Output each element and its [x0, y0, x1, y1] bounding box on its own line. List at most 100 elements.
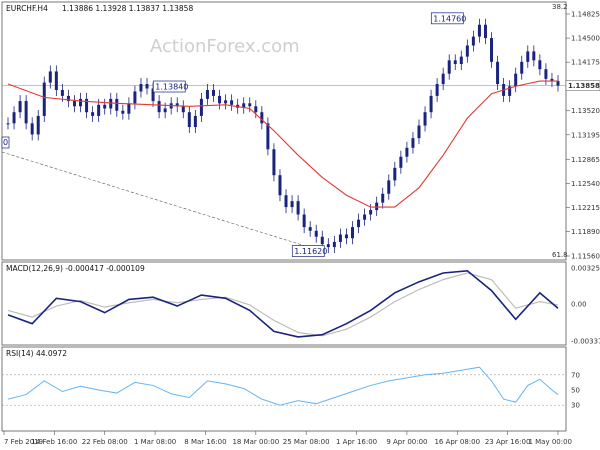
price-y-tick-label: 1.12215 [571, 204, 600, 212]
candle-body [30, 123, 34, 135]
annotation-label: 1.14760 [433, 14, 466, 23]
price-y-tick-label: 1.12540 [571, 180, 600, 188]
candle-body [91, 112, 95, 116]
candle-body [441, 73, 445, 85]
ohlc-header: 1.13886 1.13928 1.13837 1.13858 [62, 4, 193, 13]
candle-body [314, 230, 318, 237]
macd-panel-label: MACD(12,26,9) -0.000417 -0.000109 [6, 264, 145, 273]
candle-body [447, 60, 451, 74]
candle-body [320, 236, 324, 245]
candle-body [381, 193, 385, 203]
x-tick-label: 8 Mar 16:00 [184, 438, 226, 446]
candle-body [465, 45, 469, 57]
candle-body [363, 214, 367, 220]
candle-body [532, 51, 536, 61]
candle-body [230, 100, 234, 105]
price-y-tick-label: 1.13195 [571, 131, 600, 139]
candle-body [121, 110, 125, 114]
candle-body [284, 195, 288, 208]
candle-body [248, 103, 252, 107]
candle-body [163, 108, 167, 113]
candle-body [405, 147, 409, 157]
candle-body [12, 112, 16, 124]
macd-y-tick-label: 0.003254 [571, 265, 600, 273]
x-tick-label: 16 Apr 08:00 [434, 438, 480, 446]
grid-lines [2, 85, 566, 406]
candle-body [6, 123, 10, 125]
macd-y-tick-label: -0.003373 [571, 338, 600, 346]
candle-body [266, 123, 270, 150]
candle-body [103, 104, 107, 109]
candle-body [302, 214, 306, 228]
candle-body [393, 167, 397, 181]
rsi-y-tick-label: 30 [571, 402, 580, 410]
candle-body [18, 101, 22, 113]
last-price-label: 1.13858 [568, 82, 600, 90]
candle-body [60, 89, 64, 96]
candle-body [24, 101, 28, 124]
candle-body [453, 60, 457, 65]
candle-body [338, 234, 342, 242]
candle-body [278, 175, 282, 196]
rsi-panel-frame [1, 346, 567, 432]
candle-body [272, 149, 276, 176]
ma-polyline [7, 80, 558, 208]
fib-top-label: 38.2 [552, 3, 568, 11]
macd-lines [7, 269, 559, 338]
candle-body [369, 210, 373, 215]
candle-body [109, 98, 113, 109]
candle-body [72, 101, 76, 107]
candle-body [556, 81, 560, 86]
candle-body [429, 95, 433, 113]
candle-body [538, 60, 542, 70]
candle-body [375, 202, 379, 211]
macd-y-tick-label: 0.00 [571, 300, 587, 308]
rsi-y-tick-label: 70 [571, 371, 580, 379]
annotation-label: 1.13840 [155, 83, 188, 92]
x-tick-label: 23 Apr 16:00 [485, 438, 531, 446]
candle-body [97, 104, 101, 116]
dashed-trendline [1, 151, 313, 249]
price-y-tick-label: 1.11890 [571, 228, 600, 236]
candle-body [520, 61, 524, 74]
price-panel-header: EURCHF.H4 [6, 4, 48, 13]
x-tick-label: 1 May 00:00 [528, 438, 572, 446]
candle-body [471, 36, 475, 46]
candle-body [514, 73, 518, 87]
x-tick-label: 14 Feb 16:00 [31, 438, 77, 446]
candle-body [224, 100, 228, 104]
price-y-tick-label: 1.12865 [571, 156, 600, 164]
rsi-line [7, 366, 559, 406]
y-axis-tick-labels: 1.148251.145001.141751.138501.135201.131… [565, 11, 600, 410]
trendline [1, 151, 313, 249]
candle-body [157, 101, 161, 113]
macd-signal-line [7, 272, 559, 337]
price-y-tick-label: 1.13520 [571, 107, 600, 115]
candle-body [139, 84, 143, 92]
candle-body [344, 234, 348, 239]
candle-body [435, 84, 439, 96]
candle-body [115, 98, 119, 111]
candle-body [199, 98, 203, 116]
candle-body [133, 91, 137, 104]
x-tick-label: 1 Apr 16:00 [336, 438, 377, 446]
annotation-label-left: 0 [3, 138, 8, 147]
price-y-tick-label: 1.14825 [571, 11, 600, 19]
candle-body [181, 106, 185, 113]
candle-body [483, 24, 487, 39]
candle-body [477, 24, 481, 37]
candle-body [145, 84, 149, 89]
candle-body [290, 201, 294, 208]
candle-body [187, 112, 191, 128]
x-tick-label: 9 Apr 00:00 [386, 438, 427, 446]
x-axis-tick-labels: 7 Feb 201914 Feb 16:00 22 Feb 08:00 1 Mar … [3, 431, 572, 446]
macd-panel-frame [1, 261, 567, 346]
candle-body [357, 219, 361, 228]
moving-average-line [7, 80, 558, 208]
candle-body [79, 98, 83, 107]
price-y-tick-label: 1.14175 [571, 59, 600, 67]
rsi-polyline [7, 366, 559, 406]
candle-body [526, 51, 530, 62]
x-tick-label: 22 Feb 08:00 [82, 438, 128, 446]
candle-body [254, 106, 258, 113]
